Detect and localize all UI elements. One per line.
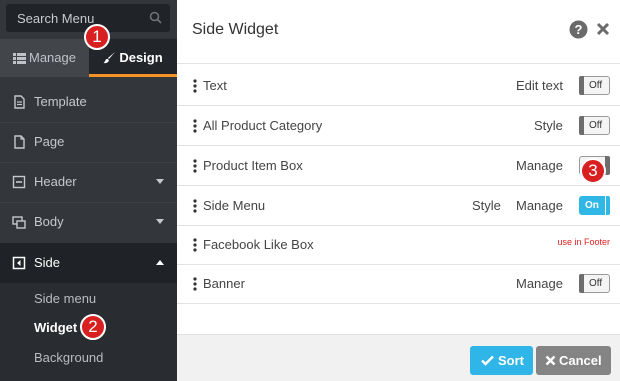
- side-widget-panel: Side Widget ? Text Edit text Off All Pro…: [177, 0, 620, 381]
- toggle-state: Off: [589, 278, 603, 289]
- page-title: Side Widget: [192, 21, 279, 38]
- chevron-down-icon: [156, 219, 164, 224]
- list-icon: [13, 53, 26, 64]
- help-icon[interactable]: ?: [569, 20, 588, 39]
- widget-toggle[interactable]: On: [579, 196, 610, 215]
- chevron-up-icon: [156, 260, 164, 265]
- widget-row-side-menu: Side Menu Style Manage On: [177, 186, 620, 226]
- widget-row-label: Text: [203, 78, 227, 93]
- sidebar-item-label: Header: [34, 174, 77, 189]
- widget-row-product-item-box: Product Item Box Manage: [177, 146, 620, 186]
- widget-toggle[interactable]: Off: [579, 116, 610, 135]
- step-badge-3: 3: [580, 158, 606, 184]
- submenu-item-side-menu[interactable]: Side menu: [34, 291, 96, 306]
- brush-icon: [103, 52, 116, 64]
- submenu-item-background[interactable]: Background: [34, 350, 103, 365]
- svg-text:?: ?: [575, 22, 583, 37]
- check-icon: [481, 355, 494, 366]
- manage-link[interactable]: Manage: [516, 198, 563, 213]
- tab-manage[interactable]: Manage: [0, 39, 89, 77]
- panel-footer: Sort Cancel: [177, 334, 620, 381]
- cancel-button[interactable]: Cancel: [536, 346, 611, 375]
- sort-button[interactable]: Sort: [470, 346, 533, 375]
- footer-note: use in Footer: [557, 237, 610, 247]
- sidebar-item-label: Body: [34, 214, 64, 229]
- drag-handle-icon[interactable]: [192, 79, 198, 93]
- widget-row-label: Side Menu: [203, 198, 266, 213]
- sidebar-item-side[interactable]: Side: [0, 243, 177, 283]
- body-layout-icon: [12, 216, 26, 229]
- toggle-state: On: [585, 200, 599, 211]
- drag-handle-icon[interactable]: [192, 199, 198, 213]
- widget-row-label: Facebook Like Box: [203, 237, 314, 252]
- tab-design-label: Design: [119, 50, 163, 65]
- toggle-knob: [579, 76, 584, 95]
- step-badge-2: 2: [80, 314, 106, 340]
- drag-handle-icon[interactable]: [192, 159, 198, 173]
- x-icon: [545, 355, 556, 366]
- widget-row-label: All Product Category: [203, 118, 323, 133]
- sidebar-item-label: Page: [34, 134, 65, 149]
- search-placeholder: Search Menu: [17, 11, 95, 26]
- toggle-knob: [605, 196, 610, 215]
- style-link[interactable]: Style: [472, 198, 501, 213]
- drag-handle-icon[interactable]: [192, 119, 198, 133]
- widget-row-text: Text Edit text Off: [177, 66, 620, 106]
- sidebar-item-label: Template: [34, 94, 87, 109]
- edit-text-link[interactable]: Edit text: [516, 78, 563, 93]
- toggle-knob: [579, 116, 584, 135]
- sidebar-item-header[interactable]: Header: [0, 162, 177, 202]
- close-icon[interactable]: [595, 21, 611, 37]
- tab-manage-label: Manage: [29, 50, 76, 65]
- widget-row-label: Banner: [203, 276, 245, 291]
- header-icon: [12, 175, 26, 189]
- search-icon[interactable]: [149, 11, 162, 24]
- toggle-state: Off: [589, 120, 603, 131]
- sidebar-item-page[interactable]: Page: [0, 122, 177, 162]
- step-badge-1: 1: [84, 24, 110, 50]
- widget-row-all-product-category: All Product Category Style Off: [177, 106, 620, 146]
- sidebar-item-template[interactable]: Template: [0, 82, 177, 122]
- submenu-item-widget[interactable]: Widget: [34, 320, 77, 335]
- toggle-knob: [579, 274, 584, 293]
- page-icon: [14, 135, 25, 149]
- sidebar-item-body[interactable]: Body: [0, 202, 177, 242]
- chevron-down-icon: [156, 179, 164, 184]
- template-icon: [14, 95, 25, 109]
- widget-row-label: Product Item Box: [203, 158, 303, 173]
- drag-handle-icon[interactable]: [192, 277, 198, 291]
- widget-row-banner: Banner Manage Off: [177, 264, 620, 304]
- manage-link[interactable]: Manage: [516, 158, 563, 173]
- toggle-state: Off: [589, 80, 603, 91]
- cancel-button-label: Cancel: [559, 353, 602, 368]
- widget-toggle[interactable]: Off: [579, 274, 610, 293]
- widget-row-facebook-like-box: Facebook Like Box use in Footer: [177, 225, 620, 265]
- sort-button-label: Sort: [498, 353, 524, 368]
- manage-link[interactable]: Manage: [516, 276, 563, 291]
- sidebar-item-label: Side: [34, 255, 61, 270]
- style-link[interactable]: Style: [534, 118, 563, 133]
- widget-toggle[interactable]: Off: [579, 76, 610, 95]
- drag-handle-icon[interactable]: [192, 238, 198, 252]
- side-panel-icon: [12, 256, 26, 270]
- panel-header: Side Widget ?: [177, 0, 620, 64]
